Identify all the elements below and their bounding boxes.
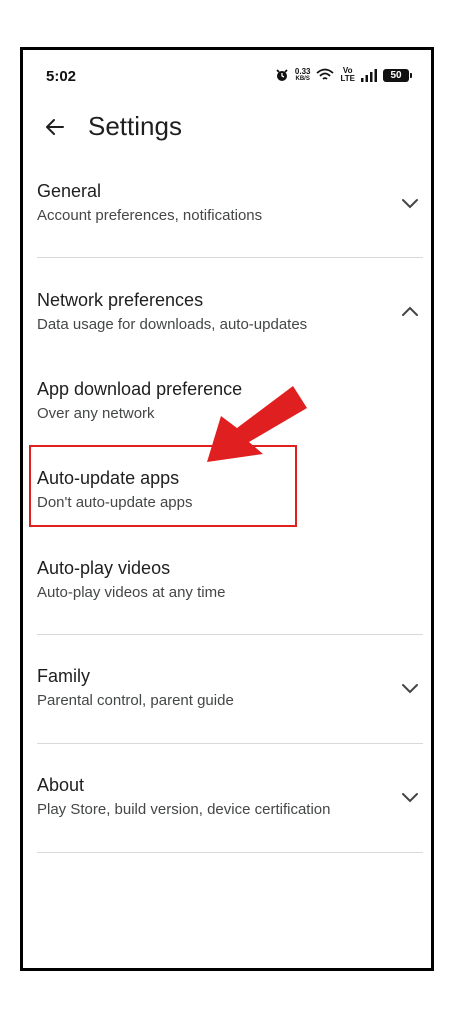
status-time: 5:02 [46,68,77,85]
setting-auto-play-videos[interactable]: Auto-play videos Auto-play videos at any… [37,557,423,603]
chevron-down-icon [402,199,418,209]
battery-icon: 50 [383,68,412,82]
signal-icon [361,68,377,82]
back-arrow-icon[interactable] [43,115,67,139]
wifi-icon [316,68,335,80]
section-title: Network preferences [37,290,204,310]
divider [37,257,423,258]
divider [37,852,423,853]
setting-subtitle: Auto-play videos at any time [37,584,226,601]
status-icons: 0.33 KB/S Vo LTE 50 [275,66,412,83]
settings-section-network[interactable]: Network preferences Data usage for downl… [37,289,423,335]
divider [37,634,423,635]
chevron-down-icon [402,793,418,803]
section-subtitle: Play Store, build version, device certif… [37,801,331,818]
settings-section-family[interactable]: Family Parental control, parent guide [37,665,423,711]
section-title: General [37,181,102,201]
chevron-up-icon [402,306,418,316]
network-speed: 0.33 KB/S [294,67,311,83]
section-subtitle: Data usage for downloads, auto-updates [37,316,308,333]
section-subtitle: Parental control, parent guide [37,692,234,709]
status-bar: 5:02 0.33 KB/S Vo LTE 50 [23,50,431,106]
section-title: About [37,775,85,795]
page-title: Settings [88,111,182,141]
divider [37,743,423,744]
section-title: Family [37,666,90,686]
phone-screen: 5:02 0.33 KB/S Vo LTE 50 Settings Genera… [20,47,434,971]
app-bar: Settings [23,102,431,152]
section-subtitle: Account preferences, notifications [37,207,263,224]
annotation-arrow-icon [207,386,307,462]
setting-title: Auto-play videos [37,558,171,578]
settings-section-general[interactable]: General Account preferences, notificatio… [37,180,423,226]
volte-icon: Vo LTE [340,66,355,83]
settings-section-about[interactable]: About Play Store, build version, device … [37,774,423,820]
chevron-down-icon [402,684,418,694]
alarm-icon [276,69,288,81]
